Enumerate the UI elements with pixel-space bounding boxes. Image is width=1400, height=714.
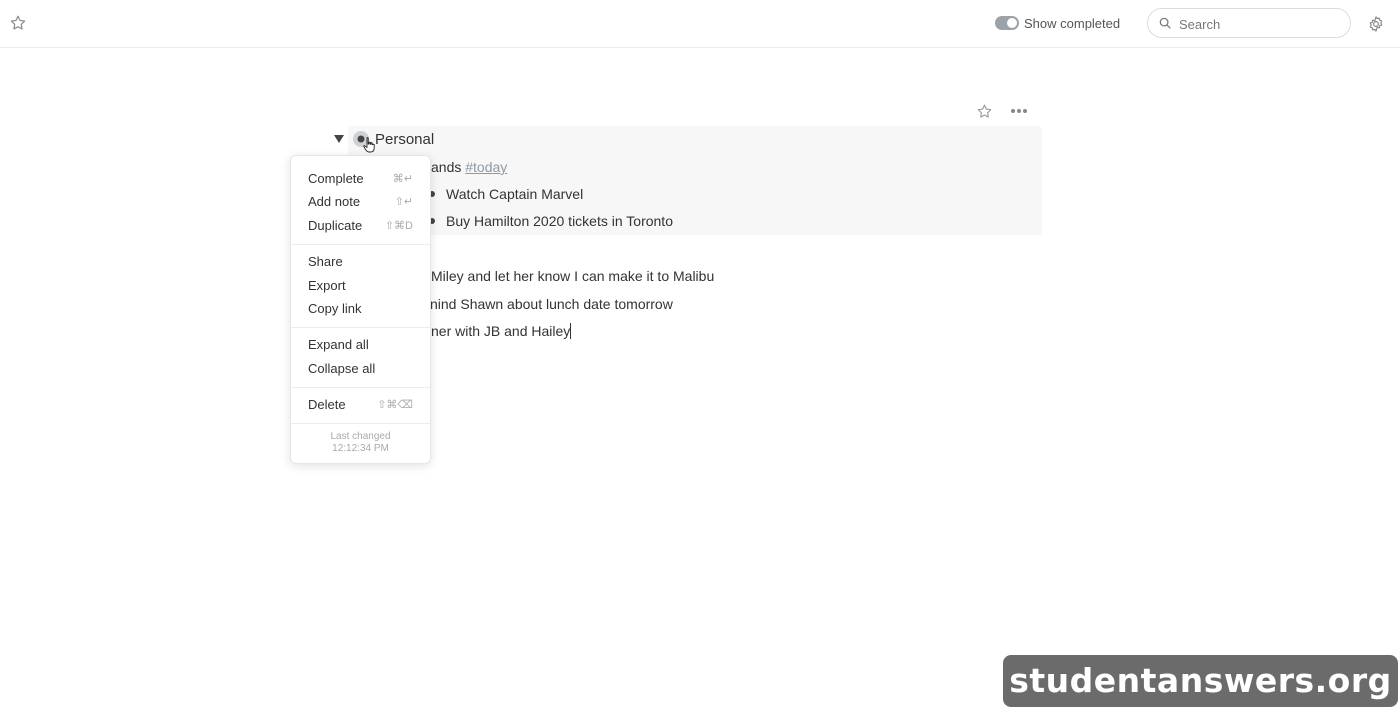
tag-today[interactable]: #today xyxy=(465,159,507,175)
menu-item-copy-link[interactable]: Copy link xyxy=(291,298,430,320)
menu-divider xyxy=(291,327,430,328)
menu-item-label: Duplicate xyxy=(308,218,363,233)
toggle-knob xyxy=(1007,18,1017,28)
menu-item-collapse-all[interactable]: Collapse all xyxy=(291,358,430,380)
menu-item-export[interactable]: Export xyxy=(291,275,430,297)
hand-cursor-icon xyxy=(362,136,376,154)
menu-shortcut: ⇧↵ xyxy=(394,196,413,208)
menu-divider xyxy=(291,387,430,388)
menu-item-label: Share xyxy=(308,254,343,269)
show-completed-toggle[interactable] xyxy=(995,16,1019,30)
search-box[interactable] xyxy=(1147,8,1351,38)
item-text: ner with JB and Hailey xyxy=(431,323,572,339)
list-item[interactable]: nind Shawn about lunch date tomorrow xyxy=(430,292,673,316)
menu-item-label: Delete xyxy=(308,397,346,412)
menu-item-label: Copy link xyxy=(308,301,362,316)
watermark: studentanswers.org xyxy=(1003,655,1398,707)
last-changed-time: 12:12:34 PM xyxy=(332,443,389,454)
item-title-personal[interactable]: Personal xyxy=(375,128,434,152)
list-item[interactable]: Watch Captain Marvel xyxy=(446,182,583,206)
menu-item-label: Add note xyxy=(308,194,361,209)
star-icon[interactable] xyxy=(8,13,28,33)
menu-item-share[interactable]: Share xyxy=(291,251,430,273)
collapse-triangle-icon[interactable] xyxy=(333,133,345,145)
more-horizontal-icon[interactable] xyxy=(1008,101,1030,121)
context-menu: Complete ⌘↵ Add note ⇧↵ Duplicate ⇧⌘D Sh… xyxy=(290,155,431,464)
menu-item-delete[interactable]: Delete ⇧⌘⌫ xyxy=(291,394,430,416)
menu-item-duplicate[interactable]: Duplicate ⇧⌘D xyxy=(291,215,430,237)
menu-item-label: Export xyxy=(308,278,346,293)
top-bar: Show completed xyxy=(0,0,1400,48)
list-item[interactable]: l Miley and let her know I can make it t… xyxy=(424,264,714,288)
show-completed-label: Show completed xyxy=(1024,16,1121,31)
menu-item-label: Expand all xyxy=(308,337,369,352)
menu-divider xyxy=(291,244,430,245)
list-item-errands[interactable]: ands #today xyxy=(431,155,507,179)
search-icon xyxy=(1158,16,1172,35)
search-input[interactable] xyxy=(1177,13,1346,35)
gear-icon[interactable] xyxy=(1365,13,1387,35)
menu-shortcut: ⇧⌘⌫ xyxy=(377,399,413,411)
menu-item-label: Complete xyxy=(308,171,364,186)
menu-divider xyxy=(291,423,430,424)
star-icon[interactable] xyxy=(974,101,994,121)
menu-item-complete[interactable]: Complete ⌘↵ xyxy=(291,168,430,190)
last-changed-label: Last changed xyxy=(330,431,391,442)
item-text: ands xyxy=(431,159,466,175)
menu-item-expand-all[interactable]: Expand all xyxy=(291,334,430,356)
menu-shortcut: ⇧⌘D xyxy=(384,220,413,232)
list-item[interactable]: ner with JB and Hailey xyxy=(431,319,572,343)
menu-item-add-note[interactable]: Add note ⇧↵ xyxy=(291,191,430,213)
list-item[interactable]: Buy Hamilton 2020 tickets in Toronto xyxy=(446,209,673,233)
menu-shortcut: ⌘↵ xyxy=(392,173,413,185)
menu-item-label: Collapse all xyxy=(308,361,376,376)
